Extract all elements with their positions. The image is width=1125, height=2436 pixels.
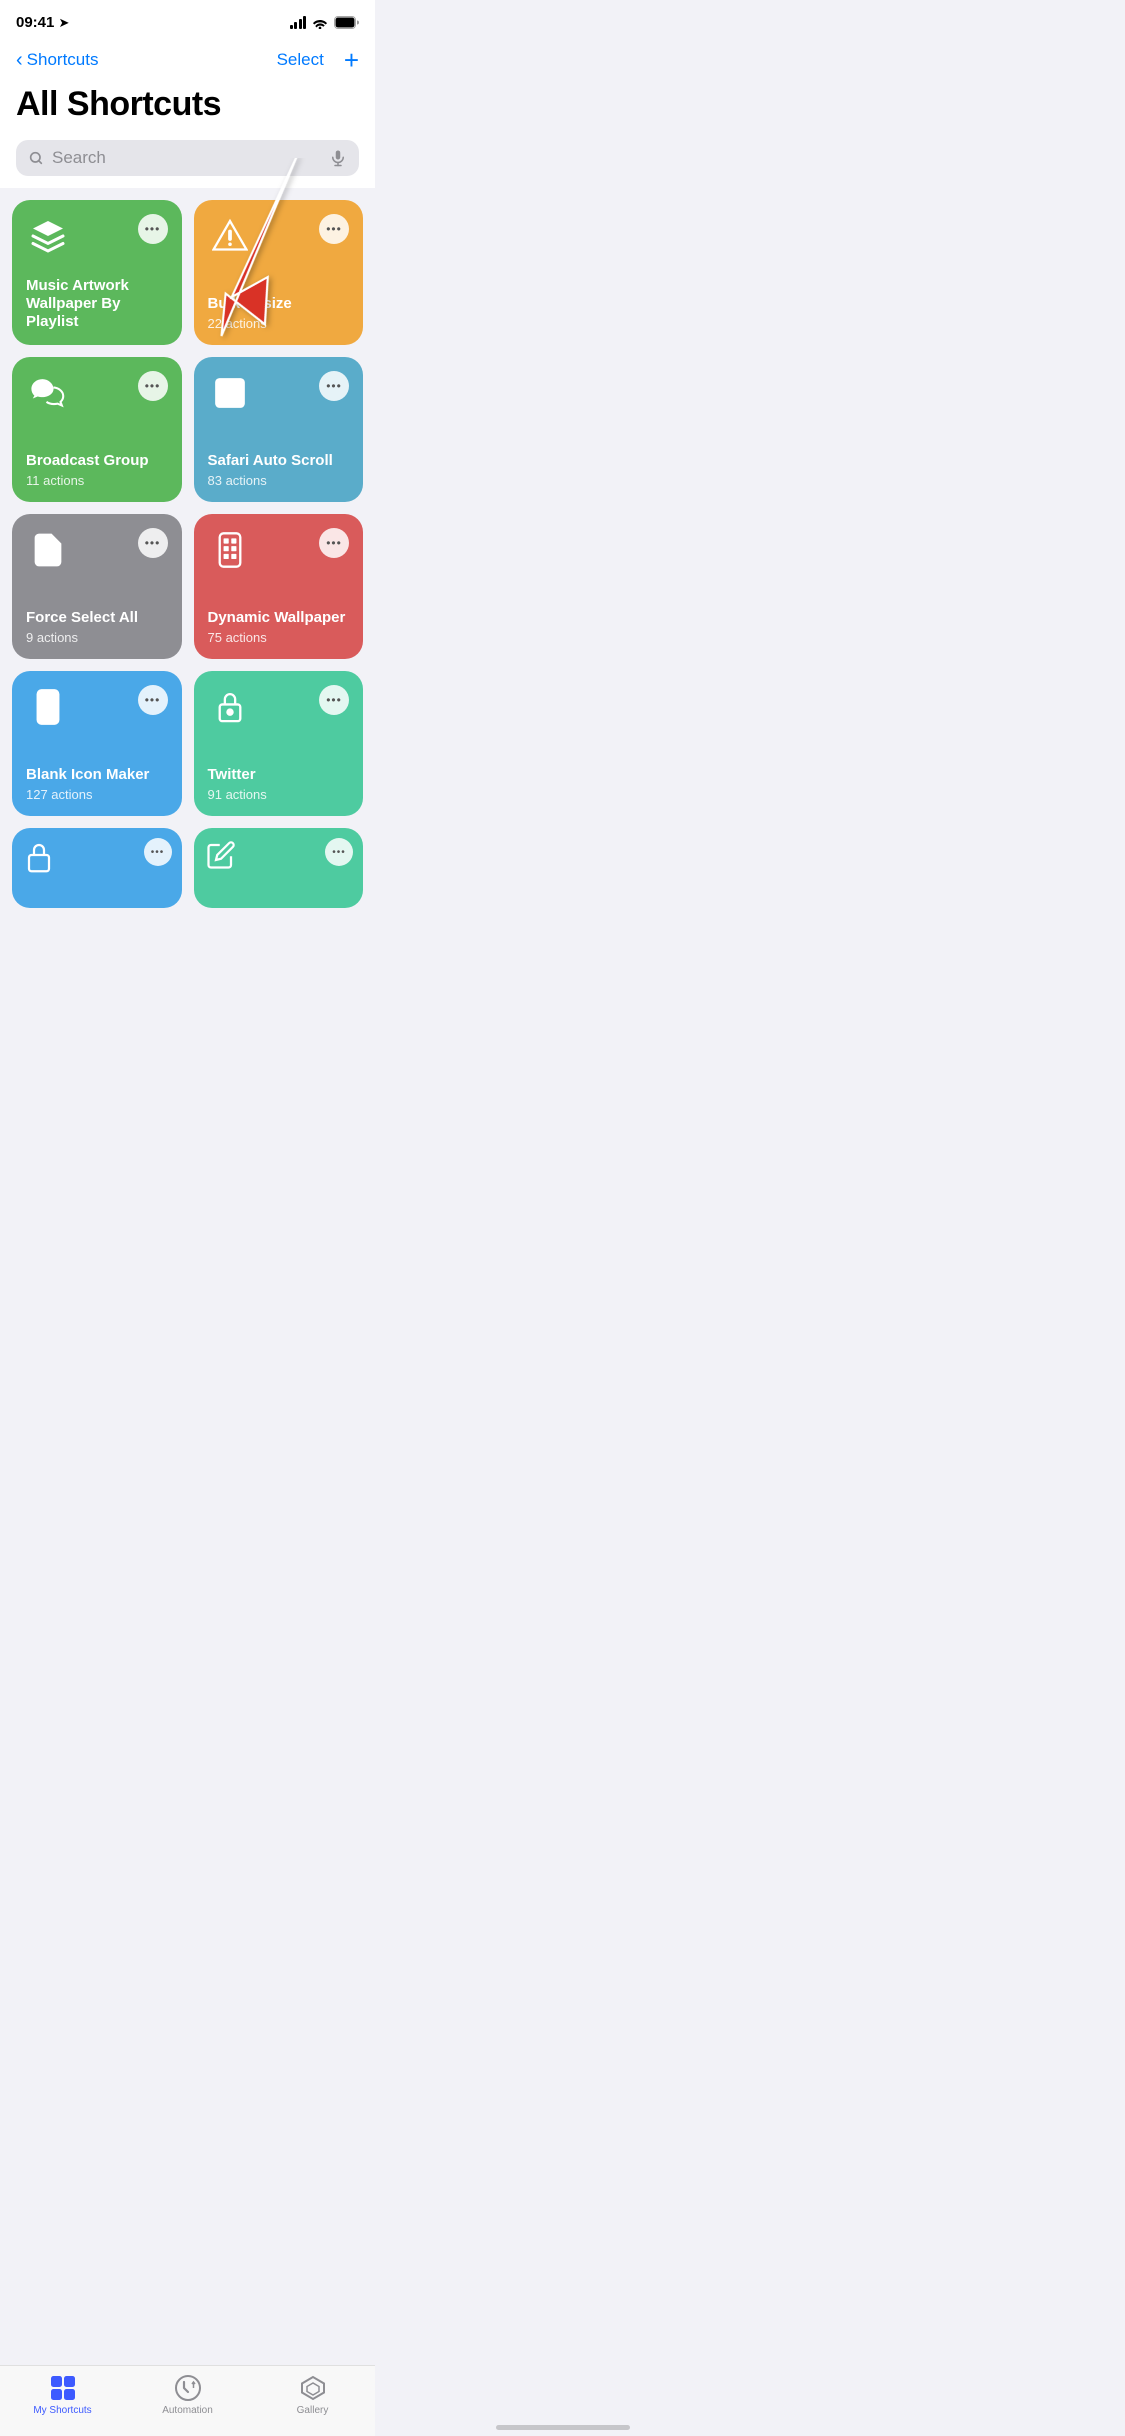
back-button[interactable]: ‹ Shortcuts: [16, 49, 98, 72]
battery-icon: [334, 16, 359, 29]
home-indicator: [496, 2425, 630, 2430]
more-dots-icon: •••: [326, 693, 342, 707]
card-top: •••: [208, 528, 350, 572]
tab-my-shortcuts-label: My Shortcuts: [33, 2405, 91, 2416]
partial-card-left[interactable]: •••: [12, 828, 182, 908]
card-actions: 83 actions: [208, 473, 350, 488]
card-title: Twitter: [208, 766, 350, 784]
tab-bar: My Shortcuts Automation Gallery: [0, 2365, 375, 2436]
speech-bubbles-icon: [26, 371, 70, 415]
more-dots-icon: •••: [151, 847, 165, 858]
card-bottom: Music Artwork Wallpaper By Playlist: [26, 277, 168, 331]
card-top: •••: [26, 214, 168, 258]
card-bottom: Force Select All 9 actions: [26, 609, 168, 645]
page-title-area: All Shortcuts: [0, 81, 375, 136]
shortcut-card-twitter[interactable]: ••• Twitter 91 actions: [194, 671, 364, 816]
tab-gallery[interactable]: Gallery: [250, 2374, 375, 2416]
status-icons: [290, 16, 360, 29]
status-bar: 09:41 ➤: [0, 0, 375, 39]
chevron-left-icon: ‹: [16, 49, 23, 72]
card-bottom: Safari Auto Scroll 83 actions: [208, 452, 350, 488]
card-more-button-force-select-all[interactable]: •••: [138, 528, 168, 558]
more-dots-icon: •••: [332, 847, 346, 858]
more-dots-icon: •••: [145, 222, 161, 236]
gallery-icon: [299, 2374, 327, 2402]
tab-automation-label: Automation: [162, 2405, 213, 2416]
page-title: All Shortcuts: [16, 85, 359, 124]
status-time: 09:41 ➤: [16, 14, 69, 31]
document-icon: [26, 528, 70, 572]
card-title: Safari Auto Scroll: [208, 452, 350, 470]
nav-actions: Select +: [277, 47, 359, 73]
partial-cards-row: ••• •••: [0, 816, 375, 1008]
card-more-partial-left[interactable]: •••: [144, 838, 172, 866]
card-title: Dynamic Wallpaper: [208, 609, 350, 627]
card-more-button-broadcast-group[interactable]: •••: [138, 371, 168, 401]
more-dots-icon: •••: [145, 536, 161, 550]
shortcut-card-music-artwork[interactable]: ••• Music Artwork Wallpaper By Playlist: [12, 200, 182, 345]
tab-gallery-label: Gallery: [297, 2405, 329, 2416]
partial-card-right[interactable]: •••: [194, 828, 364, 908]
card-top: •••: [208, 685, 350, 729]
wifi-icon: [312, 17, 328, 29]
annotation-arrow: [160, 158, 360, 358]
grid-phone-icon: [208, 528, 252, 572]
my-shortcuts-icon: [49, 2374, 77, 2402]
card-title: Blank Icon Maker: [26, 766, 168, 784]
card-title: Music Artwork Wallpaper By Playlist: [26, 277, 168, 331]
nav-bar: ‹ Shortcuts Select +: [0, 39, 375, 81]
card-more-button-twitter[interactable]: •••: [319, 685, 349, 715]
card-top: •••: [26, 685, 168, 729]
select-button[interactable]: Select: [277, 50, 324, 70]
more-dots-icon: •••: [326, 379, 342, 393]
card-top: •••: [208, 371, 350, 415]
search-icon: [28, 150, 44, 166]
card-title: Force Select All: [26, 609, 168, 627]
card-more-button-dynamic-wallpaper[interactable]: •••: [319, 528, 349, 558]
back-label: Shortcuts: [27, 50, 99, 70]
lock-icon-partial: [24, 840, 54, 880]
card-more-partial-right[interactable]: •••: [325, 838, 353, 866]
card-actions: 11 actions: [26, 473, 168, 488]
card-bottom: Dynamic Wallpaper 75 actions: [208, 609, 350, 645]
card-more-button-safari-auto-scroll[interactable]: •••: [319, 371, 349, 401]
card-bottom: Broadcast Group 11 actions: [26, 452, 168, 488]
card-actions: 91 actions: [208, 787, 350, 802]
shortcut-card-dynamic-wallpaper[interactable]: ••• Dynamic Wallpaper 75 actions: [194, 514, 364, 659]
card-more-button-blank-icon-maker[interactable]: •••: [138, 685, 168, 715]
browser-icon: [208, 371, 252, 415]
tab-my-shortcuts[interactable]: My Shortcuts: [0, 2374, 125, 2416]
layers-icon: [26, 214, 70, 258]
add-button[interactable]: +: [344, 47, 359, 73]
phone-icon: [26, 685, 70, 729]
signal-icon: [290, 16, 307, 29]
automation-icon: [174, 2374, 202, 2402]
more-dots-icon: •••: [326, 536, 342, 550]
tab-automation[interactable]: Automation: [125, 2374, 250, 2416]
card-bottom: Twitter 91 actions: [208, 766, 350, 802]
card-actions: 127 actions: [26, 787, 168, 802]
card-bottom: Blank Icon Maker 127 actions: [26, 766, 168, 802]
card-actions: 9 actions: [26, 630, 168, 645]
pencil-icon-partial: [206, 840, 236, 875]
shortcut-card-safari-auto-scroll[interactable]: ••• Safari Auto Scroll 83 actions: [194, 357, 364, 502]
lock-icon: [208, 685, 252, 729]
card-title: Broadcast Group: [26, 452, 168, 470]
card-top: •••: [26, 528, 168, 572]
card-top: •••: [26, 371, 168, 415]
card-actions: 75 actions: [208, 630, 350, 645]
more-dots-icon: •••: [145, 693, 161, 707]
shortcut-card-force-select-all[interactable]: ••• Force Select All 9 actions: [12, 514, 182, 659]
shortcut-card-blank-icon-maker[interactable]: ••• Blank Icon Maker 127 actions: [12, 671, 182, 816]
more-dots-icon: •••: [145, 379, 161, 393]
shortcut-card-broadcast-group[interactable]: ••• Broadcast Group 11 actions: [12, 357, 182, 502]
